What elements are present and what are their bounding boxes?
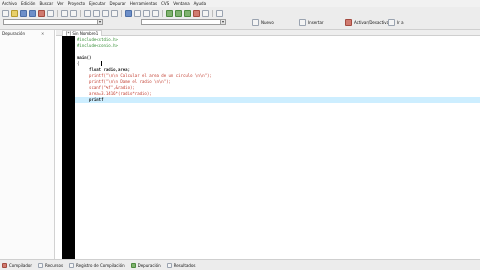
tab-recursos[interactable]: Recursos [37,262,64,268]
tab-compilador-label: Compilador [9,262,32,268]
sidebar-panel: Depuración ✕ [0,30,55,259]
remove-file-icon[interactable] [143,10,150,17]
redo-icon[interactable] [70,10,77,17]
debug-icon [130,262,136,268]
menu-bar: Archivo Edición Buscar Ver Proyecto Ejec… [0,0,480,7]
toolbar-separator [162,10,163,17]
code-editor[interactable]: #include<stdio.h> #include<conio.h> main… [75,36,480,259]
tab-registro-label: Registro de Compilación [76,262,125,268]
print-icon[interactable] [47,10,54,17]
menu-archivo[interactable]: Archivo [2,1,17,6]
menu-herramientas[interactable]: Herramientas [130,1,157,6]
menu-proyecto[interactable]: Proyecto [68,1,85,6]
insert-label: Insertar [308,20,324,25]
tab-registro-compilacion[interactable]: Registro de Compilación [69,262,125,268]
compile-log-icon [69,262,75,268]
menu-buscar[interactable]: Buscar [39,1,53,6]
goto-button[interactable]: Ir a [388,19,404,26]
goto-icon [388,19,395,26]
menu-ver[interactable]: Ver [57,1,64,6]
help-icon[interactable] [216,10,223,17]
compile-run-icon[interactable] [184,10,191,17]
toolbar-separator [212,10,213,17]
project-icon[interactable] [125,10,132,17]
tab-depuracion-bottom[interactable]: Depuración [130,262,161,268]
editor-gutter [62,36,75,259]
bottom-panel-tabs: Compilador Recursos Registro de Compilac… [0,259,480,270]
toolbar-separator [121,10,122,17]
open-folder-icon[interactable] [11,10,18,17]
insert-button[interactable]: Insertar [299,19,324,26]
rebuild-icon[interactable] [193,10,200,17]
find-next-icon[interactable] [102,10,109,17]
tab-depuracion-bottom-label: Depuración [137,262,161,268]
toolbar-row-main [2,9,223,18]
close-file-icon[interactable] [38,10,45,17]
close-icon[interactable]: ✕ [41,31,44,36]
toolbar-separator [57,10,58,17]
goto-line-icon[interactable] [111,10,118,17]
text-cursor [101,61,102,66]
toggle-breakpoint-icon [345,19,352,26]
menu-cvs[interactable]: CVS [161,1,169,6]
insert-icon [299,19,306,26]
menu-edicion[interactable]: Edición [21,1,35,6]
member-selector[interactable] [141,19,226,25]
undo-icon[interactable] [61,10,68,17]
compiler-icon [2,262,7,268]
tab-recursos-label: Recursos [44,262,64,268]
save-icon[interactable] [20,10,27,17]
debug-run-icon[interactable] [202,10,209,17]
replace-icon[interactable] [93,10,100,17]
new-file-icon[interactable] [2,10,9,17]
goto-label: Ir a [397,20,404,25]
save-all-icon[interactable] [29,10,36,17]
tab-depuracion[interactable]: Depuración ✕ [2,30,44,36]
code-line-11-current: printf [75,97,480,103]
toggle-breakpoint-button[interactable]: Activar/Desactivar [345,19,391,26]
compile-icon[interactable] [166,10,173,17]
tab-compilador[interactable]: Compilador [2,262,32,268]
new-project-label: Nuevo [261,20,274,25]
chevron-down-icon [220,20,225,24]
find-icon[interactable] [84,10,91,17]
add-file-icon[interactable] [134,10,141,17]
class-selector[interactable] [3,19,103,25]
tab-resultados-label: Resultados [173,262,196,268]
toggle-breakpoint-label: Activar/Desactivar [354,20,391,25]
menu-ayuda[interactable]: Ayuda [194,1,206,6]
new-project-icon [252,19,259,26]
project-options-icon[interactable] [152,10,159,17]
toolbar-separator [80,10,81,17]
chevron-down-icon [97,20,102,24]
resources-icon [37,262,43,268]
run-icon[interactable] [175,10,182,17]
new-project-button[interactable]: Nuevo [252,19,274,26]
tab-depuracion-label: Depuración [2,30,26,36]
menu-depurar[interactable]: Depurar [110,1,126,6]
menu-ventana[interactable]: Ventana [173,1,189,6]
toolbar: Nuevo Insertar Activar/Desactivar Ir a [0,7,480,30]
tab-resultados[interactable]: Resultados [166,262,196,268]
results-icon [166,262,172,268]
menu-ejecutar[interactable]: Ejecutar [89,1,106,6]
